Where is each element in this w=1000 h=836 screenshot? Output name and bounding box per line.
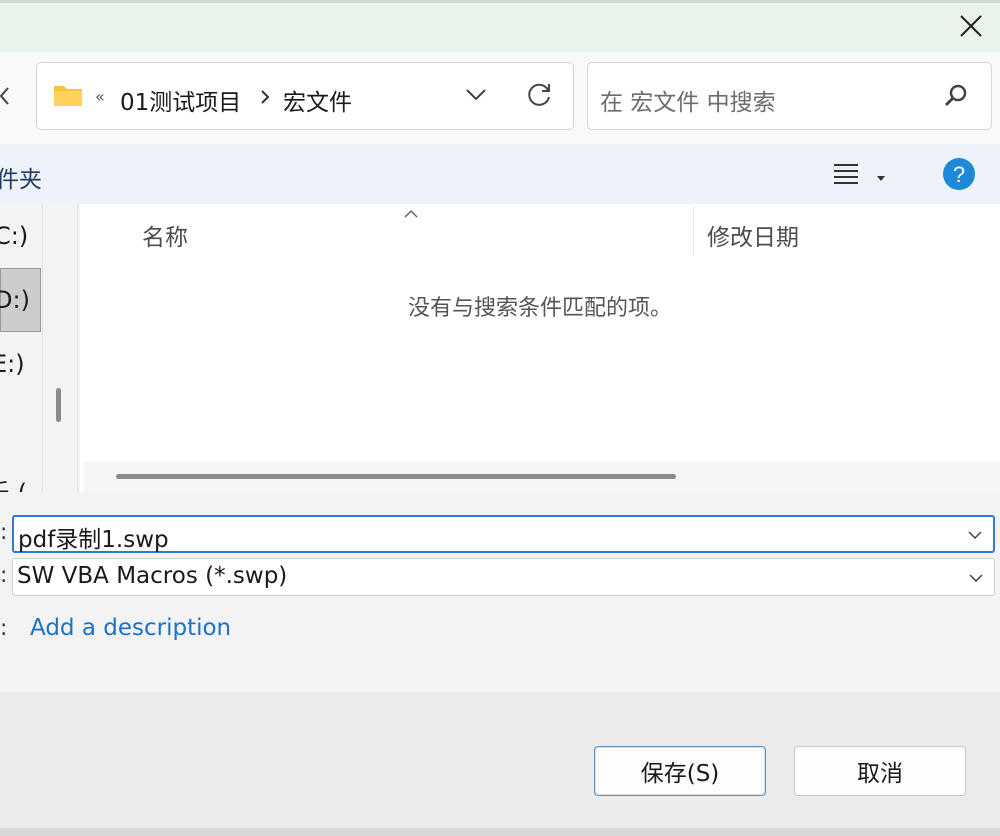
toolbar: 件夹 ? [0,144,1000,204]
svg-text:?: ? [953,162,965,187]
breadcrumb-item[interactable]: 宏文件 [283,83,352,117]
column-header-date-modified[interactable]: 修改日期 [707,218,799,252]
filetype-select[interactable]: SW VBA Macros (*.swp) [12,558,995,596]
nav-scrollbar[interactable] [42,204,78,492]
title-bar [0,0,1000,52]
add-description-link[interactable]: Add a description [30,615,231,641]
search-placeholder: 在 宏文件 中搜索 [600,90,776,116]
filetype-label: : [0,563,8,588]
horizontal-scrollbar-thumb[interactable] [116,474,676,479]
breadcrumb-separator-icon[interactable] [259,85,271,113]
nav-item-drive-e[interactable]: E:) [0,350,25,378]
new-folder-button[interactable]: 件夹 [0,160,42,194]
back-chevron-icon[interactable] [0,84,12,112]
empty-state-message: 没有与搜索条件匹配的项。 [407,296,672,321]
cancel-button[interactable]: 取消 [794,746,966,796]
horizontal-scrollbar[interactable] [84,462,1000,492]
search-input[interactable]: 在 宏文件 中搜索 [587,62,992,130]
address-bar[interactable]: « 01测试项目 宏文件 [36,62,574,130]
column-separator[interactable] [693,206,694,256]
bottom-edge [0,828,1000,836]
filename-label: : [0,520,8,545]
nav-item-drive-c[interactable]: C:) [0,222,28,250]
nav-scrollbar-thumb[interactable] [56,388,61,422]
column-header-name[interactable]: 名称 [142,218,188,252]
save-button[interactable]: 保存(S) [594,746,766,796]
description-label: : [0,616,8,641]
view-options-icon[interactable] [832,161,860,189]
close-button[interactable] [942,0,1000,52]
nav-item-music[interactable]: 乐 ( [0,478,27,492]
folder-icon [53,83,83,111]
filename-input[interactable]: pdf录制1.swp [12,515,995,553]
overflow-chevron[interactable]: « [95,87,105,106]
filename-dropdown-icon[interactable] [967,525,983,544]
breadcrumb-item[interactable]: 01测试项目 [120,83,241,117]
sort-ascending-icon [403,204,419,223]
nav-item-drive-d[interactable]: D:) [0,286,30,314]
filetype-dropdown-icon[interactable] [968,568,984,587]
search-icon[interactable] [943,83,969,113]
file-list: 名称 修改日期 没有与搜索条件匹配的项。 [80,204,1000,492]
filename-value[interactable]: pdf录制1.swp [18,520,169,554]
help-icon[interactable]: ? [942,157,976,195]
history-dropdown-icon[interactable] [465,87,487,107]
refresh-icon[interactable] [527,81,553,113]
filetype-value: SW VBA Macros (*.swp) [17,563,288,589]
close-icon [960,15,982,37]
view-dropdown-icon[interactable] [876,168,886,187]
